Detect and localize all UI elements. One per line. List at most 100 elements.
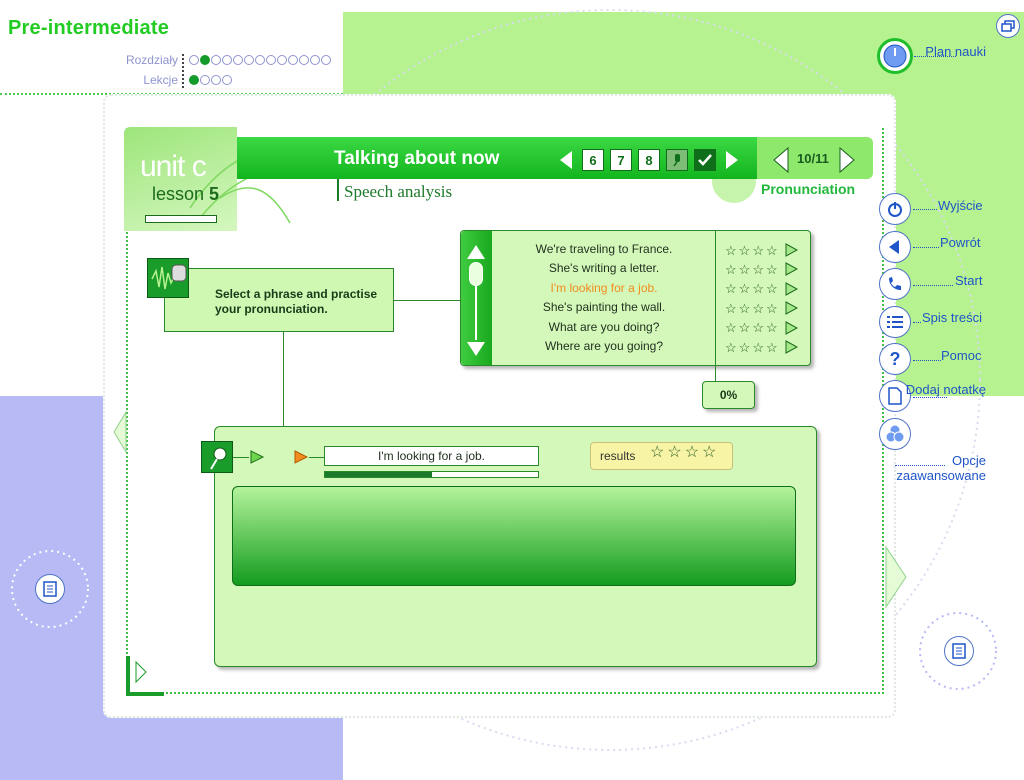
- star-icon: ☆: [752, 281, 764, 297]
- back-label[interactable]: Powrót: [940, 235, 980, 250]
- phrase-item[interactable]: What are you doing?: [493, 318, 715, 337]
- help-button[interactable]: ?: [879, 343, 911, 375]
- options-circles-icon: [885, 424, 905, 443]
- page-button-8[interactable]: 8: [638, 149, 660, 171]
- play-phrase-icon[interactable]: [784, 340, 798, 354]
- next-exercise-icon[interactable]: [836, 146, 858, 174]
- section-label: Pronunciation: [761, 181, 856, 197]
- phrase-rating-row: ☆ ☆ ☆ ☆: [725, 281, 798, 297]
- progress-dot[interactable]: [222, 55, 232, 65]
- current-phrase-field: I'm looking for a job.: [324, 446, 539, 466]
- phrase-separator: [715, 231, 716, 381]
- progress-dot[interactable]: [211, 75, 221, 85]
- page-button-6[interactable]: 6: [582, 149, 604, 171]
- unit-progress-bar: [145, 215, 217, 223]
- book-icon: [43, 581, 57, 597]
- play-phrase-icon[interactable]: [784, 243, 798, 257]
- star-icon: ☆: [765, 300, 778, 316]
- exit-button[interactable]: [879, 193, 911, 225]
- chapter-dots: [189, 55, 331, 65]
- star-icon: ☆: [738, 281, 751, 297]
- contents-label[interactable]: Spis treści: [922, 310, 982, 325]
- progress-dot[interactable]: [189, 55, 199, 65]
- star-icon: ☆: [702, 444, 717, 461]
- phrase-item[interactable]: Where are you going?: [493, 337, 715, 356]
- progress-dot[interactable]: [233, 55, 243, 65]
- check-button[interactable]: [694, 149, 716, 171]
- advanced-options-button[interactable]: [879, 418, 911, 450]
- exit-label[interactable]: Wyjście: [938, 198, 983, 213]
- window-mode-button[interactable]: [996, 14, 1020, 38]
- check-icon: [698, 154, 712, 166]
- progress-dot[interactable]: [299, 55, 309, 65]
- star-icon: ☆: [765, 261, 778, 277]
- app-title: Pre-intermediate: [8, 17, 170, 39]
- help-label[interactable]: Pomoc: [941, 348, 981, 363]
- phrase-item[interactable]: She's writing a letter.: [493, 259, 715, 278]
- prev-exercise-icon[interactable]: [770, 146, 792, 174]
- next-screen-arrow-icon[interactable]: [884, 545, 908, 609]
- progress-dot[interactable]: [244, 55, 254, 65]
- progress-dot[interactable]: [211, 55, 221, 65]
- star-icon: ☆: [738, 261, 751, 277]
- phrase-item[interactable]: We're traveling to France.: [493, 240, 715, 259]
- add-note-label[interactable]: Dodaj notatkę: [900, 382, 986, 397]
- back-arrow-icon: [889, 240, 899, 254]
- star-icon: ☆: [725, 242, 737, 258]
- topic-title: Talking about now: [334, 148, 500, 169]
- progress-dot[interactable]: [277, 55, 287, 65]
- plan-label[interactable]: Plan nauki: [900, 44, 986, 60]
- progress-dot[interactable]: [266, 55, 276, 65]
- contents-button[interactable]: [879, 306, 911, 338]
- corner-play-icon: [126, 656, 164, 696]
- connector-line: [309, 457, 324, 458]
- phrase-item[interactable]: She's painting the wall.: [493, 298, 715, 317]
- next-page-arrow-icon[interactable]: [726, 151, 738, 169]
- play-phrase-icon[interactable]: [784, 281, 798, 296]
- progress-dot[interactable]: [310, 55, 320, 65]
- progress-dot[interactable]: [321, 55, 331, 65]
- prev-page-arrow-icon[interactable]: [560, 151, 572, 169]
- speech-analysis-icon: [147, 258, 189, 298]
- add-note-dots: [913, 397, 947, 398]
- star-icon: ☆: [738, 242, 751, 258]
- window-restore-icon: [1001, 20, 1015, 32]
- bottom-left-book-button[interactable]: [35, 574, 65, 604]
- progress-dot[interactable]: [200, 55, 210, 65]
- microphone-tool-button[interactable]: [666, 149, 688, 171]
- advanced-options-label[interactable]: Opcje zaawansowane: [870, 453, 986, 483]
- results-stars: ☆ ☆ ☆ ☆: [650, 444, 717, 461]
- scroll-down-arrow-icon[interactable]: [467, 342, 485, 356]
- star-icon: ☆: [667, 444, 682, 461]
- record-microphone-button[interactable]: [201, 441, 233, 473]
- phrase-item[interactable]: I'm looking for a job.: [493, 279, 715, 298]
- play-recording-icon[interactable]: [249, 449, 265, 465]
- waveform-display: [232, 486, 796, 586]
- connector-line: [283, 332, 284, 426]
- bottom-right-book-button[interactable]: [944, 636, 974, 666]
- lesson-dots: [189, 75, 232, 85]
- scroll-up-arrow-icon[interactable]: [467, 245, 485, 259]
- score-percent: 0%: [702, 381, 755, 409]
- help-dots: [913, 360, 941, 361]
- prev-screen-arrow-icon[interactable]: [112, 410, 128, 454]
- progress-dot[interactable]: [255, 55, 265, 65]
- play-phrase-icon[interactable]: [784, 320, 798, 335]
- page-button-7[interactable]: 7: [610, 149, 632, 171]
- star-icon: ☆: [765, 242, 778, 258]
- star-icon: ☆: [725, 320, 737, 336]
- play-model-icon[interactable]: [293, 449, 309, 465]
- start-label[interactable]: Start: [955, 273, 982, 288]
- progress-dot[interactable]: [288, 55, 298, 65]
- star-icon: ☆: [765, 281, 778, 297]
- scroll-thumb[interactable]: [469, 262, 483, 286]
- phrase-rating-row: ☆ ☆ ☆ ☆: [725, 300, 798, 316]
- play-phrase-icon[interactable]: [784, 301, 798, 316]
- back-button[interactable]: [879, 231, 911, 263]
- progress-dot[interactable]: [200, 75, 210, 85]
- star-icon: ☆: [738, 320, 751, 336]
- start-button[interactable]: [879, 268, 911, 300]
- progress-dot[interactable]: [222, 75, 232, 85]
- progress-dot[interactable]: [189, 75, 199, 85]
- play-phrase-icon[interactable]: [784, 262, 798, 277]
